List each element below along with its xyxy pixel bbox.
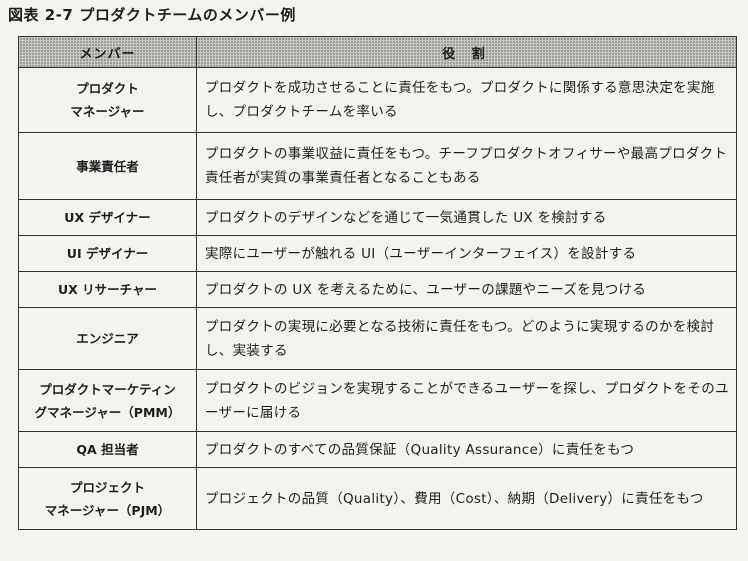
table-row: UX リサーチャー プロダクトの UX を考えるために、ユーザーの課題やニーズを…	[18, 271, 737, 308]
table-row: UI デザイナー 実際にユーザーが触れる UI（ユーザーインターフェイス）を設計…	[18, 235, 737, 272]
role-cell: プロジェクトの品質（Quality）、費用（Cost）、納期（Delivery）…	[196, 467, 737, 530]
member-cell: UI デザイナー	[18, 235, 197, 272]
figure-title: プロダクトチームのメンバー例	[79, 6, 296, 24]
role-cell: プロダクトのすべての品質保証（Quality Assurance）に責任をもつ	[196, 431, 737, 468]
member-name-line: 事業責任者	[76, 158, 139, 174]
table-row: 事業責任者 プロダクトの事業収益に責任をもつ。チーフプロダクトオフィサーや最高プ…	[18, 132, 737, 200]
member-cell: プロダクト マネージャー	[18, 67, 197, 133]
member-name-line: マネージャー	[70, 104, 145, 119]
role-cell: 実際にユーザーが触れる UI（ユーザーインターフェイス）を設計する	[196, 235, 737, 272]
role-cell: プロダクトの事業収益に責任をもつ。チーフプロダクトオフィサーや最高プロダクト責任…	[196, 132, 737, 200]
figure-number: 図表 2-7	[8, 6, 74, 24]
member-name-line: プロジェクト	[69, 479, 145, 495]
column-header-role: 役 割	[196, 36, 737, 68]
role-cell: プロダクトを成功させることに責任をもつ。プロダクトに関係する意思決定を実施し、プ…	[196, 67, 737, 133]
member-cell: UX デザイナー	[18, 199, 197, 236]
table-row: UX デザイナー プロダクトのデザインなどを通じて一気通貫した UX を検討する	[18, 199, 737, 236]
member-cell: QA 担当者	[18, 431, 197, 468]
member-name-line: UX デザイナー	[64, 210, 151, 225]
header-row: メンバー 役 割	[18, 36, 737, 68]
member-name-line: グマネージャー（PMM）	[34, 404, 181, 420]
role-cell: プロダクトの実現に必要となる技術に責任をもつ。どのように実現するのかを検討し、実…	[196, 307, 737, 370]
member-name-line: プロダクトマーケティン	[39, 381, 176, 397]
member-name-line: UX リサーチャー	[57, 282, 157, 297]
member-name-line: マネージャー（PJM）	[44, 502, 171, 518]
member-cell: プロジェクト マネージャー（PJM）	[18, 467, 197, 530]
table-row: プロジェクト マネージャー（PJM） プロジェクトの品質（Quality）、費用…	[18, 467, 737, 530]
role-cell: プロダクトのビジョンを実現することができるユーザーを探し、プロダクトをそのユーザ…	[196, 369, 737, 432]
table-row: プロダクトマーケティン グマネージャー（PMM） プロダクトのビジョンを実現する…	[18, 369, 737, 432]
member-cell: エンジニア	[18, 307, 197, 370]
table-row: QA 担当者 プロダクトのすべての品質保証（Quality Assurance）…	[18, 431, 737, 468]
table-row: プロダクト マネージャー プロダクトを成功させることに責任をもつ。プロダクトに関…	[18, 67, 737, 133]
member-cell: 事業責任者	[18, 132, 197, 200]
member-name-line: プロダクト	[76, 81, 139, 96]
member-name-line: エンジニア	[76, 331, 139, 346]
role-cell: プロダクトのデザインなどを通じて一気通貫した UX を検討する	[196, 199, 737, 236]
member-name-line: QA 担当者	[76, 442, 139, 457]
member-name-line: UI デザイナー	[66, 246, 149, 261]
column-header-member: メンバー	[18, 36, 197, 68]
table-row: エンジニア プロダクトの実現に必要となる技術に責任をもつ。どのように実現するのか…	[18, 307, 737, 370]
member-cell: UX リサーチャー	[18, 271, 197, 308]
member-cell: プロダクトマーケティン グマネージャー（PMM）	[18, 369, 197, 432]
member-role-table: メンバー 役 割 プロダクト マネージャー プロダクトを成功させることに責任をも…	[18, 36, 737, 530]
figure-caption: 図表 2-7 プロダクトチームのメンバー例	[8, 4, 296, 25]
role-cell: プロダクトの UX を考えるために、ユーザーの課題やニーズを見つける	[196, 271, 737, 308]
